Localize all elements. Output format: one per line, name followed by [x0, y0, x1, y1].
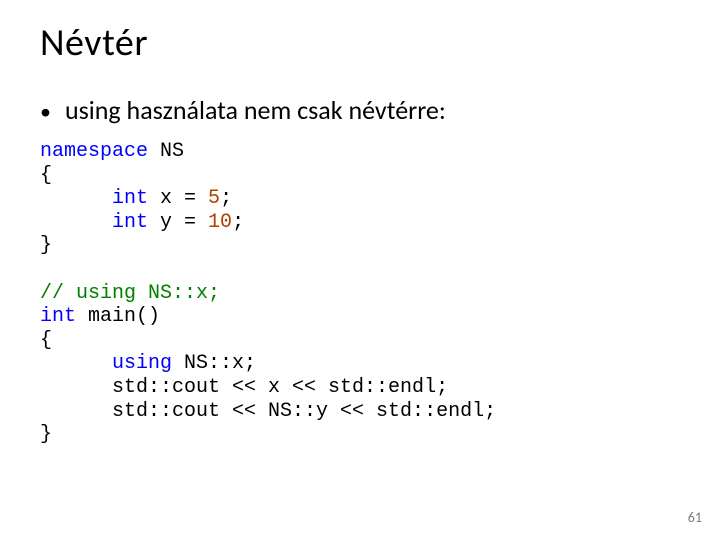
code-keyword: using [112, 352, 172, 375]
code-text: NS::x; [172, 352, 256, 375]
code-text: x = [148, 187, 208, 210]
code-text: std::cout << x << std::endl; [40, 376, 448, 399]
code-indent [40, 352, 112, 375]
code-keyword: int [112, 187, 148, 210]
code-text: { [40, 164, 52, 187]
bullet-item: • using használata nem csak névtérre: [40, 94, 680, 126]
code-text: NS [148, 140, 184, 163]
page-title: Névtér [40, 20, 680, 66]
code-number: 10 [208, 211, 232, 234]
code-indent [40, 211, 112, 234]
code-indent [40, 187, 112, 210]
bullet-dot-icon: • [40, 101, 51, 123]
code-keyword: namespace [40, 140, 148, 163]
code-block: namespace NS { int x = 5; int y = 10; } … [40, 140, 680, 447]
code-text: } [40, 234, 52, 257]
code-text: main() [76, 305, 160, 328]
code-number: 5 [208, 187, 220, 210]
page-number: 61 [688, 509, 702, 526]
code-text: { [40, 329, 52, 352]
code-text: ; [220, 187, 232, 210]
bullet-text: using használata nem csak névtérre: [65, 94, 446, 126]
code-comment: // using NS::x; [40, 282, 220, 305]
code-text: std::cout << NS::y << std::endl; [40, 400, 496, 423]
code-text: y = [148, 211, 208, 234]
code-text: } [40, 423, 52, 446]
code-keyword: int [112, 211, 148, 234]
slide: Névtér • using használata nem csak névté… [0, 0, 720, 540]
code-keyword: int [40, 305, 76, 328]
code-text: ; [232, 211, 244, 234]
